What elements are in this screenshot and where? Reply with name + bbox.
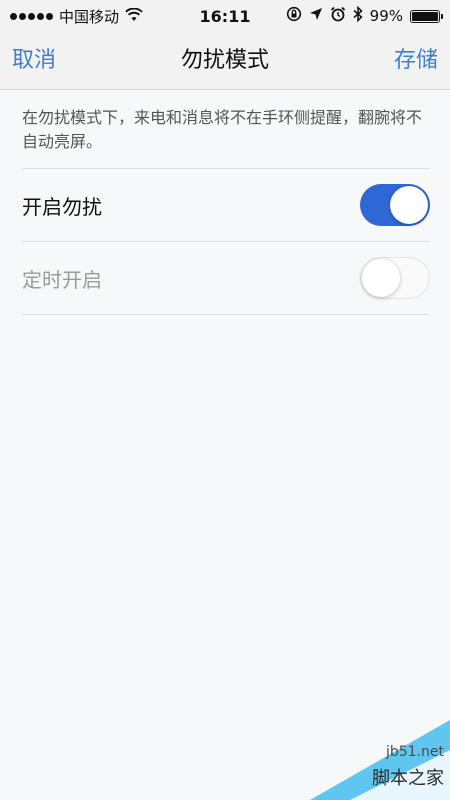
signal-dots-icon (10, 12, 53, 20)
battery-icon (410, 9, 443, 23)
wifi-icon (125, 7, 143, 26)
setting-row-enable-dnd: 开启勿扰 (22, 169, 430, 241)
setting-label-enable-dnd: 开启勿扰 (22, 194, 102, 219)
nav-bar: 取消 勿扰模式 存储 (0, 32, 450, 90)
status-bar: 中国移动 16:11 99% (0, 0, 450, 32)
alarm-icon (330, 6, 346, 26)
scheduled-toggle[interactable] (360, 257, 430, 299)
setting-label-scheduled: 定时开启 (22, 267, 102, 292)
toggle-knob (362, 259, 400, 297)
rotation-lock-icon (286, 6, 302, 26)
battery-fill (412, 11, 438, 21)
battery-percent: 99% (369, 7, 403, 25)
watermark: jb51.net 脚本之家 (310, 720, 450, 800)
enable-dnd-toggle[interactable] (360, 184, 430, 226)
carrier-name: 中国移动 (59, 7, 120, 26)
watermark-name: 脚本之家 (372, 768, 444, 789)
description-text: 在勿扰模式下，来电和消息将不在手环侧提醒，翻腕将不自动亮屏。 (22, 108, 423, 151)
watermark-site: jb51.net (385, 744, 444, 760)
page-title: 勿扰模式 (180, 48, 269, 73)
divider (22, 314, 430, 315)
location-arrow-icon (309, 7, 323, 25)
status-left: 中国移动 (10, 6, 143, 27)
cancel-button[interactable]: 取消 (12, 32, 56, 90)
setting-row-scheduled: 定时开启 (22, 242, 430, 314)
toggle-knob (390, 186, 428, 224)
save-button[interactable]: 存储 (394, 32, 438, 90)
status-right: 99% (286, 5, 443, 26)
bluetooth-icon (353, 5, 363, 26)
